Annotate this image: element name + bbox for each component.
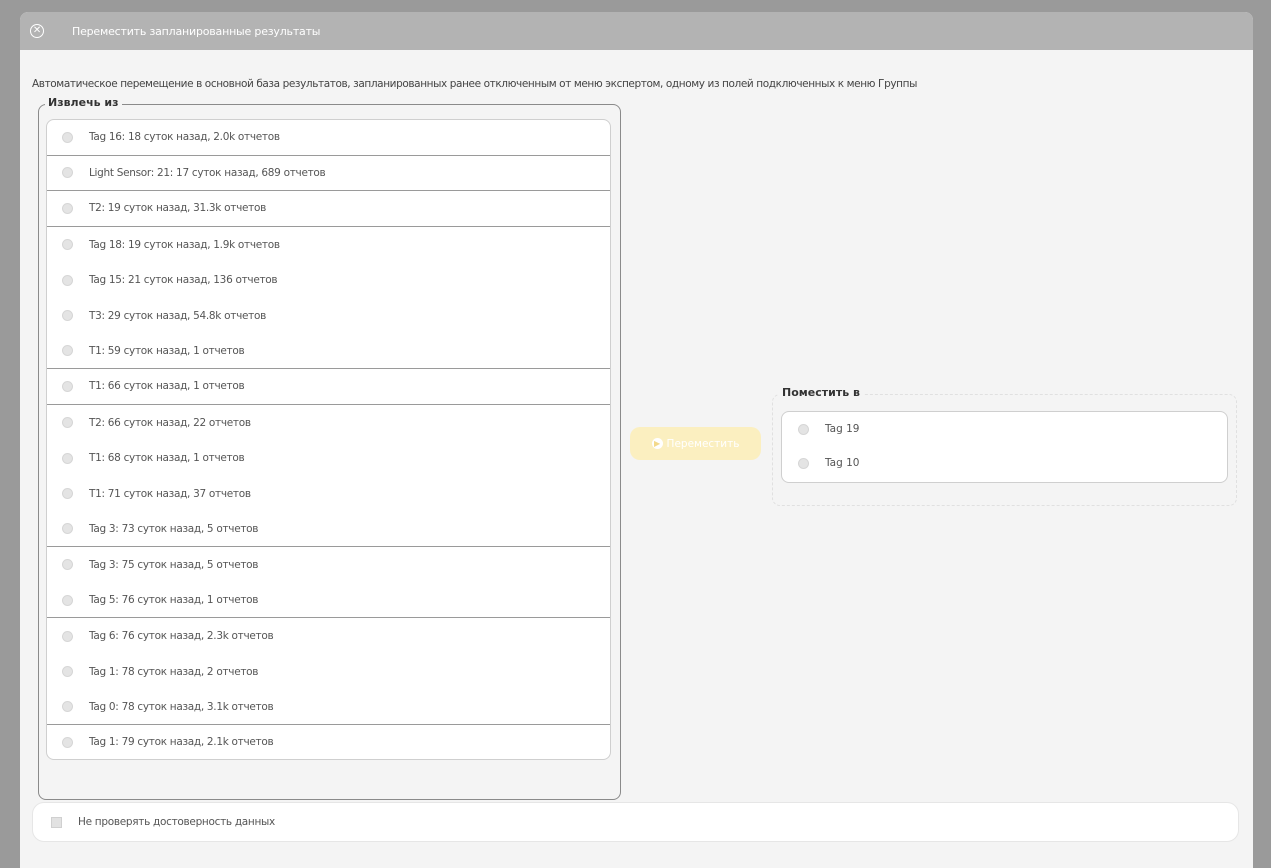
- radio-button[interactable]: [62, 167, 73, 179]
- source-item[interactable]: Tag 15: 21 суток назад, 136 отчетов: [47, 262, 610, 298]
- target-item-label: Tag 19: [825, 423, 860, 435]
- source-item-label: Tag 18: 19 суток назад, 1.9k отчетов: [89, 238, 280, 251]
- source-item-label: Tag 16: 18 суток назад, 2.0k отчетов: [89, 131, 280, 144]
- source-list[interactable]: Tag 16: 18 суток назад, 2.0k отчетов Lig…: [46, 119, 611, 760]
- source-item-label: Tag 3: 75 суток назад, 5 отчетов: [89, 558, 259, 571]
- source-item[interactable]: T3: 29 суток назад, 54.8k отчетов: [47, 298, 610, 334]
- source-item[interactable]: Tag 3: 73 суток назад, 5 отчетов: [47, 512, 610, 548]
- close-icon[interactable]: ✕: [30, 24, 44, 38]
- source-item-label: Tag 5: 76 суток назад, 1 отчетов: [89, 594, 259, 607]
- source-item[interactable]: Tag 6: 76 суток назад, 2.3k отчетов: [47, 618, 610, 654]
- source-legend: Извлечь из: [45, 96, 122, 109]
- source-item[interactable]: T2: 19 суток назад, 31.3k отчетов: [47, 191, 610, 227]
- radio-button[interactable]: [62, 559, 73, 571]
- radio-button[interactable]: [62, 345, 73, 357]
- radio-button[interactable]: [62, 310, 73, 322]
- target-legend: Поместить в: [779, 386, 863, 399]
- radio-button[interactable]: [62, 736, 73, 748]
- move-button[interactable]: ▶ Переместить: [630, 427, 761, 460]
- verify-option[interactable]: Не проверять достоверность данных: [32, 802, 1239, 842]
- source-item[interactable]: Tag 1: 78 суток назад, 2 отчетов: [47, 654, 610, 690]
- target-fieldset: Поместить в Tag 19 Tag 10: [772, 386, 1237, 506]
- source-item-label: T2: 66 суток назад, 22 отчетов: [89, 416, 251, 429]
- source-item[interactable]: T1: 68 суток назад, 1 отчетов: [47, 440, 610, 476]
- verify-label: Не проверять достоверность данных: [78, 816, 275, 828]
- radio-button[interactable]: [62, 274, 73, 286]
- move-results-dialog: ✕ Переместить запланированные результаты…: [20, 12, 1253, 868]
- radio-button[interactable]: [62, 417, 73, 429]
- source-item[interactable]: T2: 66 суток назад, 22 отчетов: [47, 405, 610, 441]
- source-item-label: Tag 0: 78 суток назад, 3.1k отчетов: [89, 700, 274, 713]
- radio-button[interactable]: [62, 630, 73, 642]
- target-list[interactable]: Tag 19 Tag 10: [781, 411, 1228, 483]
- source-item-label: Tag 15: 21 суток назад, 136 отчетов: [89, 274, 278, 287]
- source-item-label: Light Sensor: 21: 17 суток назад, 689 от…: [89, 166, 326, 179]
- verify-checkbox[interactable]: [51, 816, 62, 828]
- target-item-label: Tag 10: [825, 457, 860, 469]
- source-item[interactable]: Tag 0: 78 суток назад, 3.1k отчетов: [47, 690, 610, 726]
- source-item-label: T1: 66 суток назад, 1 отчетов: [89, 380, 245, 393]
- radio-button[interactable]: [62, 131, 73, 143]
- source-item[interactable]: Tag 1: 79 суток назад, 2.1k отчетов: [47, 725, 610, 759]
- radio-button[interactable]: [62, 594, 73, 606]
- source-item-label: Tag 1: 78 суток назад, 2 отчетов: [89, 665, 259, 678]
- source-item-label: Tag 6: 76 суток назад, 2.3k отчетов: [89, 630, 274, 643]
- radio-button[interactable]: [798, 457, 809, 469]
- radio-button[interactable]: [62, 452, 73, 464]
- source-item-label: Tag 1: 79 суток назад, 2.1k отчетов: [89, 736, 274, 749]
- source-item-label: T2: 19 суток назад, 31.3k отчетов: [89, 202, 266, 215]
- source-item-label: Tag 3: 73 суток назад, 5 отчетов: [89, 522, 259, 535]
- source-item[interactable]: T1: 66 суток назад, 1 отчетов: [47, 369, 610, 405]
- source-item-label: T3: 29 суток назад, 54.8k отчетов: [89, 309, 266, 322]
- source-item[interactable]: Tag 5: 76 суток назад, 1 отчетов: [47, 583, 610, 619]
- source-item[interactable]: Light Sensor: 21: 17 суток назад, 689 от…: [47, 156, 610, 192]
- move-button-label: Переместить: [666, 437, 740, 450]
- radio-button[interactable]: [62, 239, 73, 251]
- radio-button[interactable]: [62, 666, 73, 678]
- source-item[interactable]: Tag 16: 18 суток назад, 2.0k отчетов: [47, 120, 610, 156]
- radio-button[interactable]: [62, 380, 73, 392]
- source-item-label: T1: 59 суток назад, 1 отчетов: [89, 344, 245, 357]
- radio-button[interactable]: [62, 202, 73, 214]
- source-item[interactable]: Tag 3: 75 суток назад, 5 отчетов: [47, 547, 610, 583]
- source-fieldset: Извлечь из Tag 16: 18 суток назад, 2.0k …: [38, 96, 621, 800]
- radio-button[interactable]: [62, 701, 73, 713]
- dialog-description: Автоматическое перемещение в основной ба…: [32, 78, 917, 90]
- source-item[interactable]: T1: 71 суток назад, 37 отчетов: [47, 476, 610, 512]
- source-item-label: T1: 71 суток назад, 37 отчетов: [89, 487, 251, 500]
- radio-button[interactable]: [62, 488, 73, 500]
- dialog-titlebar: ✕ Переместить запланированные результаты: [20, 12, 1253, 50]
- target-item[interactable]: Tag 19: [782, 412, 1227, 446]
- arrow-right-icon: ▶: [651, 438, 663, 449]
- source-item[interactable]: Tag 18: 19 суток назад, 1.9k отчетов: [47, 227, 610, 263]
- target-item[interactable]: Tag 10: [782, 446, 1227, 480]
- source-item-label: T1: 68 суток назад, 1 отчетов: [89, 452, 245, 465]
- radio-button[interactable]: [798, 423, 809, 435]
- radio-button[interactable]: [62, 523, 73, 535]
- dialog-title: Переместить запланированные результаты: [72, 24, 321, 38]
- source-item[interactable]: T1: 59 суток назад, 1 отчетов: [47, 334, 610, 370]
